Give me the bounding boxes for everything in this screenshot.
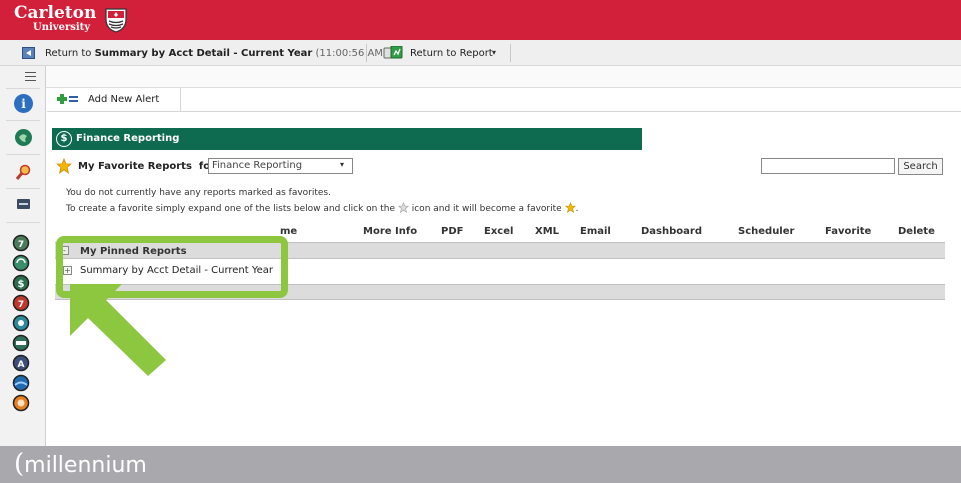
toolbar-divider bbox=[510, 44, 511, 62]
return-icon[interactable] bbox=[22, 47, 35, 59]
nav-divider bbox=[6, 188, 40, 189]
star-icon bbox=[56, 158, 72, 174]
add-alert-icon[interactable] bbox=[57, 94, 79, 104]
return-to-report-button[interactable]: Return to Report bbox=[410, 48, 493, 59]
list-icon[interactable] bbox=[17, 199, 30, 209]
svg-text:7: 7 bbox=[18, 300, 24, 310]
col-pdf[interactable]: PDF bbox=[441, 226, 463, 237]
return-time: (11:00:56 AM) bbox=[315, 48, 387, 59]
return-target: Summary by Acct Detail - Current Year bbox=[94, 48, 313, 59]
section-title: Finance Reporting bbox=[76, 133, 180, 144]
nav-divider bbox=[6, 222, 40, 223]
hamburger-menu-icon[interactable] bbox=[25, 72, 36, 81]
favorite-reports-label: My Favorite Reports for bbox=[78, 161, 215, 172]
category-select[interactable]: Finance Reporting bbox=[208, 158, 353, 174]
col-email[interactable]: Email bbox=[580, 226, 611, 237]
col-excel[interactable]: Excel bbox=[484, 226, 513, 237]
menu-row bbox=[0, 66, 961, 88]
report-category-icons[interactable]: 7 $ 7 A bbox=[10, 234, 32, 434]
favorites-empty-message: You do not currently have any reports ma… bbox=[66, 188, 331, 198]
favorites-help-message: To create a favorite simply expand one o… bbox=[66, 202, 578, 214]
search-button[interactable]: Search bbox=[898, 158, 943, 175]
brand-subtitle: University bbox=[33, 22, 91, 33]
return-prefix: Return to bbox=[45, 48, 95, 59]
app-header bbox=[0, 0, 961, 40]
globe-icon[interactable] bbox=[14, 128, 33, 147]
svg-text:i: i bbox=[21, 97, 26, 111]
star-outline-icon bbox=[397, 202, 409, 213]
alert-divider bbox=[180, 88, 181, 111]
favorite-reports-title: My Favorite Reports bbox=[78, 161, 192, 172]
help-text-b: icon and it will become a favorite bbox=[411, 204, 562, 214]
return-to-summary-link[interactable]: Return to Summary by Acct Detail - Curre… bbox=[45, 48, 387, 59]
svg-text:$: $ bbox=[18, 279, 25, 290]
star-icon bbox=[564, 202, 576, 213]
finance-icon: $ bbox=[56, 131, 72, 147]
millennium-logo: (millennium bbox=[14, 449, 147, 479]
info-glyph: i bbox=[21, 97, 26, 111]
add-new-alert-button[interactable]: Add New Alert bbox=[88, 94, 159, 105]
brand-name: Carleton bbox=[14, 3, 97, 23]
pointer-arrow-icon bbox=[70, 284, 166, 376]
chevron-down-icon[interactable]: ▾ bbox=[492, 48, 496, 57]
col-scheduler[interactable]: Scheduler bbox=[738, 226, 794, 237]
help-text-c: . bbox=[575, 204, 579, 214]
footer-paren: ( bbox=[14, 449, 25, 479]
nav-divider bbox=[6, 120, 40, 121]
nav-divider bbox=[6, 154, 40, 155]
nav-divider bbox=[6, 88, 40, 89]
col-more-info[interactable]: More Info bbox=[363, 226, 417, 237]
toolbar-divider bbox=[366, 44, 367, 62]
search-input[interactable] bbox=[761, 158, 895, 174]
alert-bar-border bbox=[47, 111, 961, 112]
crest-icon bbox=[105, 8, 127, 33]
help-text-a: To create a favorite simply expand one o… bbox=[66, 204, 395, 214]
col-name[interactable]: me bbox=[280, 226, 297, 237]
col-favorite[interactable]: Favorite bbox=[825, 226, 871, 237]
chevron-down-icon[interactable]: ▾ bbox=[340, 160, 344, 169]
footer-logo-text: millennium bbox=[24, 453, 147, 478]
col-delete[interactable]: Delete bbox=[898, 226, 935, 237]
svg-text:7: 7 bbox=[18, 240, 24, 250]
svg-text:A: A bbox=[18, 360, 25, 370]
col-xml[interactable]: XML bbox=[535, 226, 559, 237]
col-dashboard[interactable]: Dashboard bbox=[641, 226, 702, 237]
report-icon[interactable] bbox=[383, 46, 403, 60]
search-icon[interactable] bbox=[14, 163, 33, 182]
